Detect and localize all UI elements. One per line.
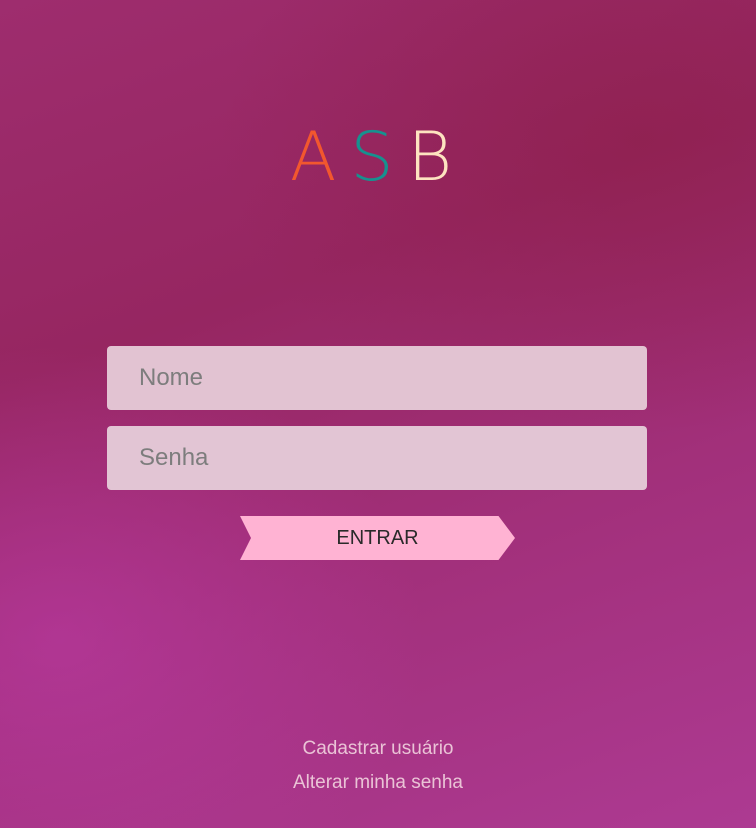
senha-input[interactable] (107, 426, 647, 490)
logo-letter-a: A (289, 118, 351, 197)
app-logo: ASB (0, 118, 756, 198)
nome-input[interactable] (107, 346, 647, 410)
logo-letter-s: S (350, 118, 408, 197)
cadastrar-usuario-link[interactable]: Cadastrar usuário (0, 738, 756, 760)
alterar-senha-link[interactable]: Alterar minha senha (0, 772, 756, 794)
logo-letter-b: B (407, 118, 467, 197)
entrar-button[interactable]: ENTRAR (240, 516, 515, 560)
